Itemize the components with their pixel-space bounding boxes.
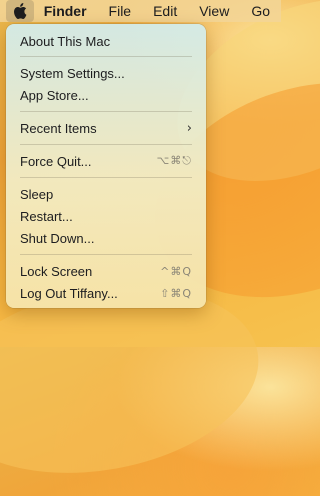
menu-item-label: Recent Items <box>20 120 97 136</box>
menu-item-shortcut: ⇧⌘Q <box>160 286 192 300</box>
menubar-edit[interactable]: Edit <box>142 0 188 22</box>
menu-item-label: Restart... <box>20 208 73 224</box>
menu-item-label: Sleep <box>20 186 54 202</box>
menu-item-about-this-mac[interactable]: About This Mac <box>6 30 206 52</box>
menu-separator <box>20 144 192 145</box>
menu-item-recent-items[interactable]: Recent Items › <box>6 117 206 139</box>
apple-logo-icon <box>13 3 27 19</box>
menu-separator <box>20 177 192 178</box>
menu-item-label: Log Out Tiffany... <box>20 285 118 301</box>
menu-item-label: Force Quit... <box>20 153 92 169</box>
menu-item-lock-screen[interactable]: Lock Screen ^⌘Q <box>6 260 206 282</box>
menu-item-shortcut: ⌥⌘⎋ <box>156 154 192 167</box>
menubar-go[interactable]: Go <box>240 0 281 22</box>
menubar-file[interactable]: File <box>98 0 143 22</box>
apple-menu-dropdown: About This Mac System Settings... App St… <box>6 24 206 308</box>
menu-item-app-store[interactable]: App Store... <box>6 84 206 106</box>
menubar-view[interactable]: View <box>188 0 240 22</box>
menu-item-force-quit[interactable]: Force Quit... ⌥⌘⎋ <box>6 150 206 172</box>
apple-menu-button[interactable] <box>6 0 34 22</box>
menubar-finder[interactable]: Finder <box>34 0 98 22</box>
menu-item-label: Lock Screen <box>20 263 93 279</box>
menu-item-label: Shut Down... <box>20 230 95 246</box>
menu-separator <box>20 254 192 255</box>
menu-separator <box>20 56 192 57</box>
menu-item-shortcut: ^⌘Q <box>160 264 192 278</box>
menu-item-sleep[interactable]: Sleep <box>6 183 206 205</box>
menu-separator <box>20 111 192 112</box>
menu-item-restart[interactable]: Restart... <box>6 205 206 227</box>
menu-item-label: About This Mac <box>20 33 111 49</box>
menu-item-shut-down[interactable]: Shut Down... <box>6 227 206 249</box>
menu-bar: Finder File Edit View Go <box>0 0 281 22</box>
menu-item-label: System Settings... <box>20 65 125 81</box>
menu-item-log-out[interactable]: Log Out Tiffany... ⇧⌘Q <box>6 282 206 304</box>
chevron-right-icon: › <box>186 120 192 136</box>
menu-item-label: App Store... <box>20 87 89 103</box>
menu-item-system-settings[interactable]: System Settings... <box>6 62 206 84</box>
